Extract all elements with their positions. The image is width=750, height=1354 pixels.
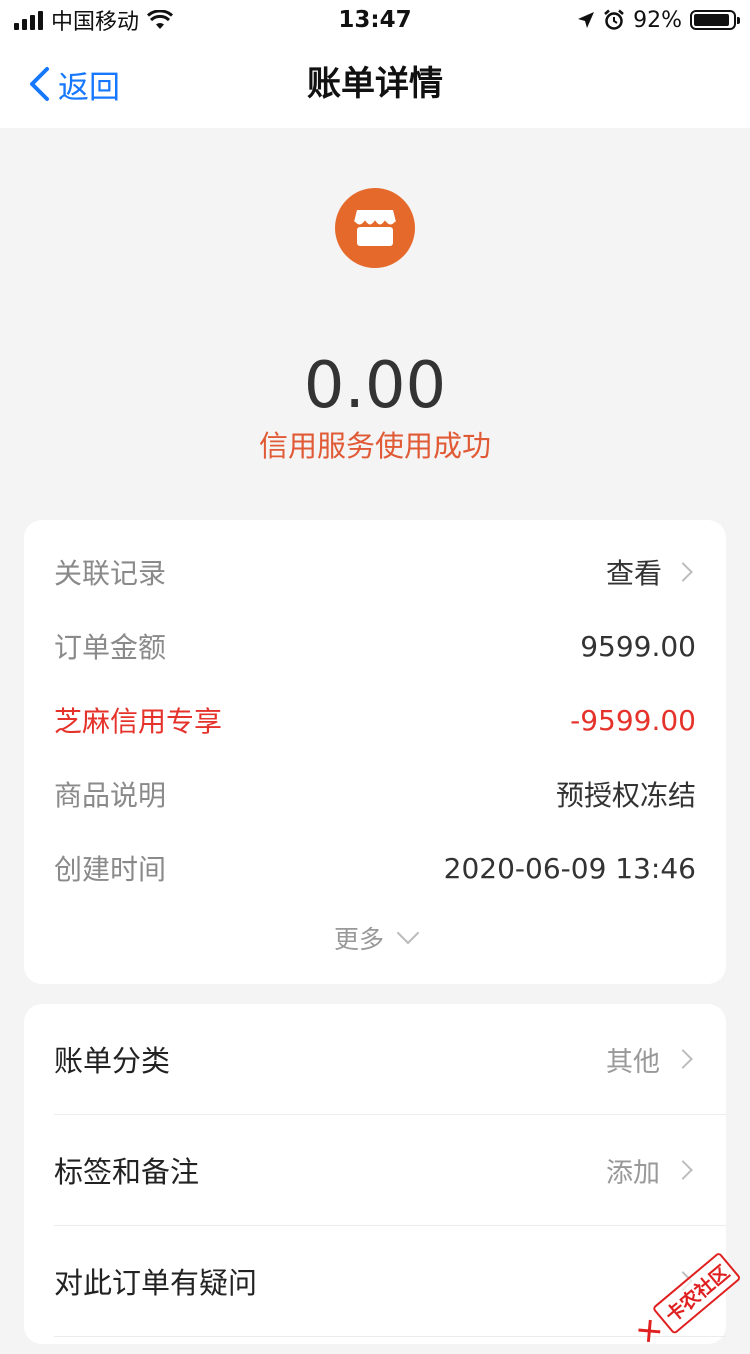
chevron-right-icon bbox=[673, 1160, 693, 1180]
chevron-down-icon bbox=[396, 921, 420, 945]
action-value: 其他 bbox=[606, 1046, 660, 1078]
detail-row-product-description: 商品说明 预授权冻结 bbox=[54, 772, 696, 816]
bill-detail-card: 关联记录 查看 订单金额 9599.00 芝麻信用专享 -9599.00 商品说… bbox=[24, 520, 726, 984]
divider bbox=[54, 1336, 726, 1337]
battery-icon bbox=[690, 10, 740, 30]
action-label: 账单分类 bbox=[54, 1044, 171, 1078]
bill-amount: 0.00 bbox=[303, 349, 447, 423]
chevron-right-icon bbox=[673, 562, 693, 582]
detail-row-related-records[interactable]: 关联记录 查看 bbox=[54, 550, 696, 594]
detail-value: 预授权冻结 bbox=[555, 779, 696, 812]
bill-actions-card: 账单分类 其他 标签和备注 添加 对此订单有疑问 bbox=[24, 1004, 726, 1344]
action-value: 添加 bbox=[606, 1157, 660, 1189]
detail-value: 2020-06-09 13:46 bbox=[443, 851, 696, 885]
detail-label: 创建时间 bbox=[54, 853, 167, 886]
detail-row-order-amount: 订单金额 9599.00 bbox=[54, 624, 696, 668]
navigation-bar: 返回 账单详情 bbox=[0, 40, 750, 128]
order-question-row[interactable]: 对此订单有疑问 bbox=[54, 1226, 726, 1336]
detail-label: 商品说明 bbox=[54, 779, 167, 812]
chevron-right-icon bbox=[673, 1049, 693, 1069]
more-label: 更多 bbox=[333, 925, 384, 954]
status-bar-right: 92% bbox=[577, 6, 740, 34]
location-arrow-icon bbox=[578, 12, 595, 28]
detail-label: 芝麻信用专享 bbox=[54, 705, 223, 738]
detail-label: 关联记录 bbox=[54, 557, 167, 590]
action-label: 标签和备注 bbox=[54, 1155, 200, 1189]
page-title: 账单详情 bbox=[307, 64, 443, 104]
alarm-icon bbox=[604, 9, 624, 30]
store-icon bbox=[335, 188, 415, 268]
battery-percent: 92% bbox=[633, 7, 682, 33]
tags-notes-row[interactable]: 标签和备注 添加 bbox=[54, 1115, 726, 1225]
bill-category-row[interactable]: 账单分类 其他 bbox=[54, 1004, 726, 1114]
more-button[interactable]: 更多 bbox=[24, 920, 726, 956]
detail-value: -9599.00 bbox=[570, 703, 696, 737]
transaction-status: 信用服务使用成功 bbox=[258, 429, 491, 463]
detail-row-created-time: 创建时间 2020-06-09 13:46 bbox=[54, 846, 696, 890]
status-bar: 中国移动 13:47 92% bbox=[0, 0, 750, 40]
detail-row-credit-discount: 芝麻信用专享 -9599.00 bbox=[54, 698, 696, 742]
detail-label: 订单金额 bbox=[54, 631, 167, 664]
action-label: 对此订单有疑问 bbox=[54, 1266, 258, 1300]
detail-value: 查看 bbox=[605, 557, 662, 590]
detail-value: 9599.00 bbox=[580, 629, 696, 663]
